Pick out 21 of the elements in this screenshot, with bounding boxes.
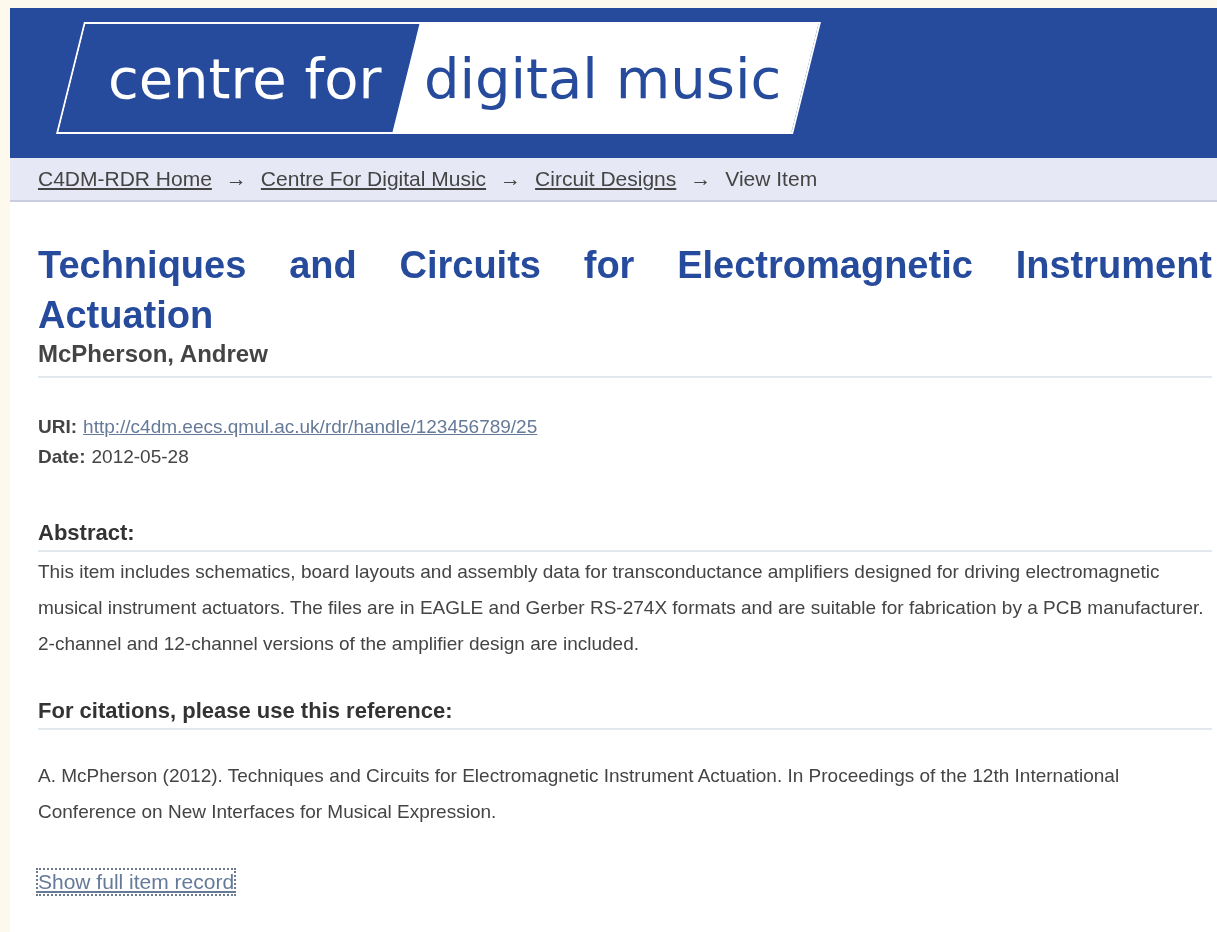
field-label: Date: xyxy=(38,446,86,468)
breadcrumb-link[interactable]: Circuit Designs xyxy=(535,167,677,191)
logo[interactable]: centre for digital music xyxy=(56,22,822,134)
breadcrumb-current: View Item xyxy=(725,167,818,191)
abstract-text: This item includes schematics, board layouts and assembly data for transconductance amplifiers designed for driving electromagnetic musical instrument actuators. The files are in EAGLE and Gerber RS-274X formats and are suitable for fabrication by a PCB manufacturer. 2-channel and 12-channel versions of the amplifier design are included. xyxy=(38,560,1205,656)
field-value: 2012-05-28 xyxy=(91,446,189,468)
citation-text: A. McPherson (2012). Techniques and Circuits for Electromagnetic Instrument Actuation. In Proceedings of the 12th International Conference on New Interfaces for Musical Expression. xyxy=(38,764,1121,824)
breadcrumb-link[interactable]: C4DM-RDR Home xyxy=(38,167,212,191)
section-heading: Abstract: xyxy=(38,520,1212,552)
item-author: McPherson, Andrew xyxy=(38,340,1212,378)
arrow-separator: → xyxy=(225,167,247,191)
logo-text: digital music xyxy=(423,45,782,111)
section-heading: For citations, please use this reference: xyxy=(38,698,1212,730)
arrow-separator: → xyxy=(690,167,712,191)
logo-text: centre for xyxy=(108,45,382,111)
field-label: URI: xyxy=(38,416,78,438)
breadcrumb-link[interactable]: Centre For Digital Music xyxy=(260,167,487,191)
uri-link[interactable]: http://c4dm.eecs.qmul.ac.uk/rdr/handle/123456789/25 xyxy=(83,416,538,438)
arrow-separator: → xyxy=(500,167,522,191)
item-title: Techniques and Circuits for Electromagnetic Instrument Actuation xyxy=(38,243,1212,338)
full-record-link[interactable]: Show full item record xyxy=(38,870,235,894)
